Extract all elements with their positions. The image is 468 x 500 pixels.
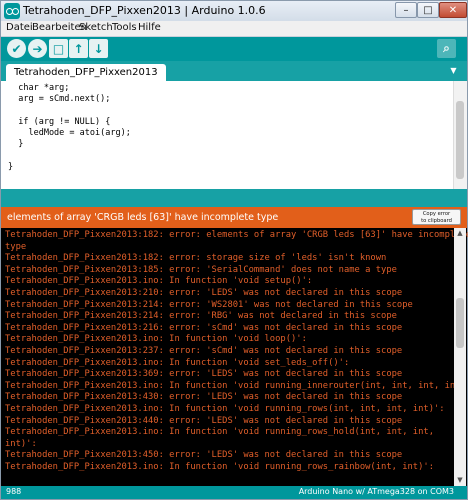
editor-console-divider[interactable]	[1, 189, 467, 207]
arduino-ide-window: Tetrahoden_DFP_Pixxen2013 | Arduino 1.0.…	[0, 0, 468, 500]
console-line: int)':	[5, 438, 37, 449]
console-line: Tetrahoden_DFP_Pixxen2013:210: error: 'L…	[5, 287, 403, 298]
console-line: Tetrahoden_DFP_Pixxen2013.ino: In functi…	[5, 334, 307, 345]
console-line: Tetrahoden_DFP_Pixxen2013:216: error: 's…	[5, 322, 403, 333]
upload-button[interactable]: ➔	[28, 39, 47, 58]
code-line: char *arg;	[8, 83, 70, 93]
line-number: 988	[6, 487, 22, 496]
console-line: Tetrahoden_DFP_Pixxen2013:185: error: 'S…	[5, 264, 397, 275]
code-line: if (arg != NULL) {	[8, 116, 111, 127]
menu-datei[interactable]: Datei	[6, 22, 33, 33]
scroll-down-arrow-icon[interactable]: ▼	[454, 475, 466, 486]
minimize-button[interactable]: –	[395, 2, 417, 18]
window-title: Tetrahoden_DFP_Pixxen2013 | Arduino 1.0.…	[23, 4, 266, 17]
code-line: }	[8, 162, 14, 173]
open-sketch-button[interactable]: ↑	[69, 39, 88, 58]
footer-status-bar: 988 Arduino Nano w/ ATmega328 on COM3	[1, 486, 467, 499]
console-line: Tetrahoden_DFP_Pixxen2013.ino: In functi…	[5, 461, 434, 472]
console-line: Tetrahoden_DFP_Pixxen2013.ino: In functi…	[5, 357, 350, 368]
console-scrollbar-thumb[interactable]	[456, 298, 464, 348]
console-output: Tetrahoden_DFP_Pixxen2013:182: error: el…	[1, 228, 468, 486]
code-text: char *arg; arg = sCmd.next(); if (arg !=…	[8, 83, 131, 173]
title-bar: Tetrahoden_DFP_Pixxen2013 | Arduino 1.0.…	[1, 1, 467, 21]
tab-strip: Tetrahoden_DFP_Pixxen2013 ▼	[1, 61, 467, 81]
error-message: elements of array 'CRGB leds [63]' have …	[7, 212, 279, 223]
scroll-up-arrow-icon[interactable]: ▲	[454, 228, 466, 239]
console-line: Tetrahoden_DFP_Pixxen2013:450: error: 'L…	[5, 450, 403, 461]
console-line: Tetrahoden_DFP_Pixxen2013.ino: In functi…	[5, 403, 445, 414]
close-button[interactable]: ✕	[439, 2, 467, 18]
toolbar: ✔ ➔ □ ↑ ↓ ⌕	[1, 37, 467, 61]
console-line: Tetrahoden_DFP_Pixxen2013:430: error: 'L…	[5, 392, 403, 403]
tab-menu-arrow-icon[interactable]: ▼	[448, 65, 459, 76]
console-line: Tetrahoden_DFP_Pixxen2013:440: error: 'L…	[5, 415, 403, 426]
copy-error-label-line2: to clipboard	[421, 217, 452, 224]
console-line: Tetrahoden_DFP_Pixxen2013.ino: In functi…	[5, 380, 468, 391]
menu-hilfe[interactable]: Hilfe	[138, 22, 161, 33]
console-line: Tetrahoden_DFP_Pixxen2013:182: error: el…	[5, 230, 468, 240]
editor-scrollbar[interactable]	[453, 81, 467, 189]
console-line: Tetrahoden_DFP_Pixxen2013.ino: In functi…	[5, 427, 434, 438]
console-line: Tetrahoden_DFP_Pixxen2013.ino: In functi…	[5, 276, 313, 287]
console-text: Tetrahoden_DFP_Pixxen2013:182: error: el…	[5, 230, 468, 473]
console-line: Tetrahoden_DFP_Pixxen2013:237: error: 's…	[5, 345, 403, 356]
console-line: Tetrahoden_DFP_Pixxen2013:214: error: 'W…	[5, 299, 413, 310]
new-sketch-button[interactable]: □	[49, 39, 68, 58]
serial-monitor-icon[interactable]: ⌕	[437, 39, 456, 58]
menu-bar: Datei Bearbeiten Sketch Tools Hilfe	[1, 21, 467, 37]
code-line: arg = sCmd.next();	[8, 94, 111, 105]
arduino-logo-icon	[4, 3, 20, 19]
board-info: Arduino Nano w/ ATmega328 on COM3	[298, 487, 454, 496]
save-sketch-button[interactable]: ↓	[89, 39, 108, 58]
code-line: ledMode = atoi(arg);	[8, 128, 131, 139]
copy-error-button[interactable]: Copy error to clipboard	[412, 209, 461, 225]
maximize-button[interactable]: □	[417, 2, 439, 18]
menu-tools[interactable]: Tools	[112, 22, 137, 33]
console-scrollbar[interactable]: ▲ ▼	[454, 228, 466, 486]
console-line: Tetrahoden_DFP_Pixxen2013:214: error: 'R…	[5, 311, 397, 322]
error-status-bar: elements of array 'CRGB leds [63]' have …	[1, 207, 467, 228]
tab-sketch[interactable]: Tetrahoden_DFP_Pixxen2013	[6, 64, 166, 81]
verify-button[interactable]: ✔	[7, 39, 26, 58]
code-line: }	[8, 139, 24, 150]
console-line: Tetrahoden_DFP_Pixxen2013:369: error: 'L…	[5, 369, 403, 380]
editor-scrollbar-thumb[interactable]	[456, 101, 464, 179]
menu-sketch[interactable]: Sketch	[79, 22, 113, 33]
console-line: Tetrahoden_DFP_Pixxen2013:182: error: st…	[5, 253, 387, 264]
console-line: type	[5, 241, 27, 252]
code-editor[interactable]: char *arg; arg = sCmd.next(); if (arg !=…	[1, 81, 467, 189]
